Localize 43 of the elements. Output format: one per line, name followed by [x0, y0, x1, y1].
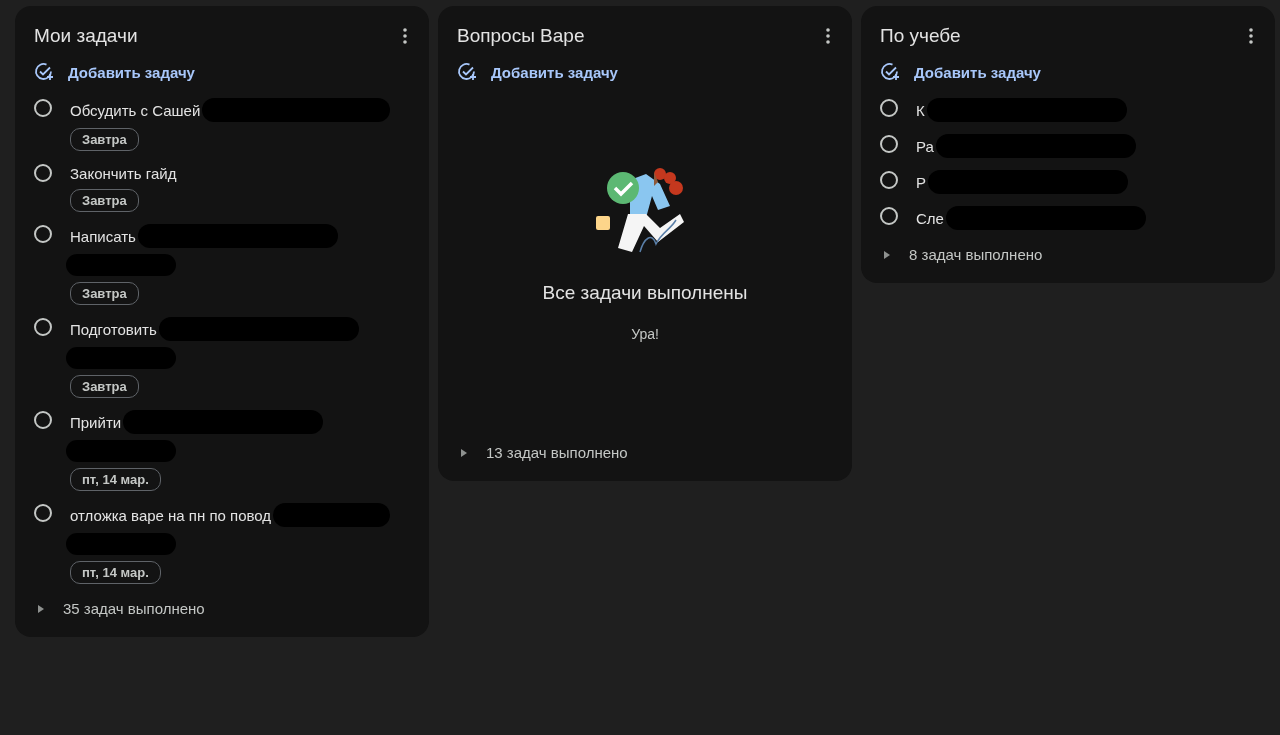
task-title: Сле [916, 209, 944, 227]
complete-checkbox[interactable] [34, 99, 52, 117]
list-title: Мои задачи [34, 25, 138, 47]
due-date-chip[interactable]: Завтра [70, 128, 139, 151]
list-title: По учебе [880, 25, 961, 47]
complete-checkbox[interactable] [34, 411, 52, 429]
task-title: Р [916, 173, 926, 191]
complete-checkbox[interactable] [34, 225, 52, 243]
task-title: отложка варе на пн по повод [70, 506, 272, 524]
list-title: Вопросы Варе [457, 25, 585, 47]
task-title: Закончить гайд [70, 164, 177, 182]
complete-checkbox[interactable] [34, 504, 52, 522]
complete-checkbox[interactable] [34, 318, 52, 336]
completed-tasks-toggle[interactable]: 8 задач выполнено [861, 236, 1043, 271]
add-task-icon [457, 62, 477, 82]
task-title: Подготовить [70, 320, 157, 338]
due-date-chip[interactable]: пт, 14 мар. [70, 561, 161, 584]
add-task-icon [880, 62, 900, 82]
complete-checkbox[interactable] [34, 164, 52, 182]
empty-state-heading: Все задачи выполнены [542, 282, 748, 304]
task-title: Обсудить с Сашей [70, 101, 201, 119]
complete-checkbox[interactable] [880, 207, 898, 225]
task-title: Написать [70, 227, 136, 245]
task-title: Ра [916, 137, 934, 155]
expand-arrow-icon [460, 447, 468, 458]
add-task-button[interactable]: Добавить задачу [34, 58, 195, 86]
completed-tasks-toggle[interactable]: 13 задач выполнено [438, 434, 628, 469]
task-title: К [916, 101, 925, 119]
expand-arrow-icon [883, 249, 891, 260]
add-task-button[interactable]: Добавить задачу [457, 58, 618, 86]
due-date-chip[interactable]: Завтра [70, 189, 139, 212]
add-task-button[interactable]: Добавить задачу [880, 58, 1041, 86]
complete-checkbox[interactable] [880, 171, 898, 189]
add-task-icon [34, 62, 54, 82]
due-date-chip[interactable]: Завтра [70, 375, 139, 398]
complete-checkbox[interactable] [880, 135, 898, 153]
task-title: Прийти [70, 413, 122, 431]
completed-tasks-toggle[interactable]: 35 задач выполнено [15, 590, 205, 625]
empty-state-message: Ура! [631, 326, 659, 342]
due-date-chip[interactable]: Завтра [70, 282, 139, 305]
expand-arrow-icon [37, 603, 45, 614]
due-date-chip[interactable]: пт, 14 мар. [70, 468, 161, 491]
complete-checkbox[interactable] [880, 99, 898, 117]
